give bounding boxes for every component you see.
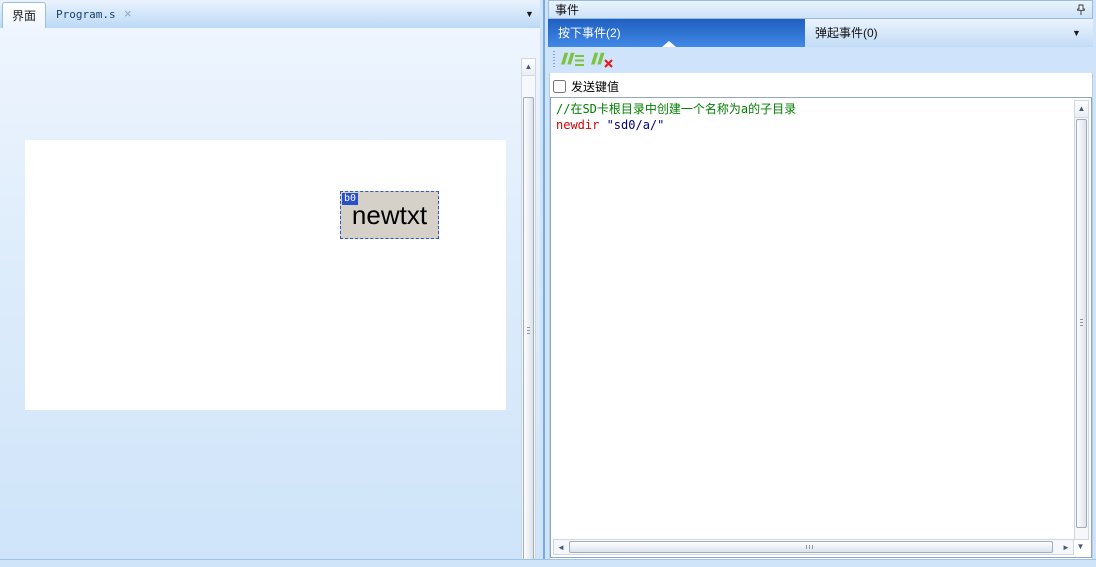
code-lines: //在SD卡根目录中创建一个名称为a的子目录 newdir "sd0/a/" bbox=[556, 101, 796, 133]
scroll-up-icon[interactable]: ▲ bbox=[522, 59, 535, 76]
editor-vertical-scrollbar[interactable]: ▲ bbox=[1074, 100, 1089, 540]
scrollbar-grip bbox=[806, 545, 815, 549]
left-tab-bar: 界面 Program.s × ▼ bbox=[0, 0, 540, 28]
code-keyword: newdir bbox=[556, 118, 600, 132]
tab-release-event-label: 弹起事件(0) bbox=[815, 26, 878, 40]
scroll-up-icon[interactable]: ▲ bbox=[1075, 101, 1088, 118]
design-page[interactable]: b0 newtxt bbox=[25, 140, 506, 410]
scrollbar-grip bbox=[527, 327, 530, 336]
tab-program-s[interactable]: Program.s bbox=[56, 8, 116, 21]
code-comment-line: //在SD卡根目录中创建一个名称为a的子目录 bbox=[556, 102, 797, 116]
editor-horizontal-scrollbar[interactable]: ◄ ► bbox=[553, 539, 1074, 555]
vertical-scrollbar-thumb[interactable] bbox=[1076, 119, 1087, 528]
send-key-checkbox[interactable] bbox=[553, 79, 566, 93]
pin-icon[interactable] bbox=[1076, 4, 1086, 16]
tab-press-event-label: 按下事件(2) bbox=[558, 26, 621, 40]
events-panel-header: 事件 bbox=[548, 0, 1093, 19]
design-canvas[interactable]: b0 newtxt ▲ ▼ ◄ ► bbox=[0, 28, 540, 567]
events-panel-title: 事件 bbox=[555, 3, 580, 17]
window-bottom-strip bbox=[0, 559, 1096, 567]
scroll-right-icon[interactable]: ► bbox=[1059, 540, 1073, 554]
code-string: "sd0/a/" bbox=[599, 118, 665, 132]
tab-list-caret-icon[interactable]: ▼ bbox=[525, 9, 534, 19]
canvas-button-widget[interactable]: b0 newtxt bbox=[340, 191, 439, 239]
event-code-editor[interactable]: //在SD卡根目录中创建一个名称为a的子目录 newdir "sd0/a/" ▲… bbox=[550, 97, 1092, 558]
event-tabs-caret-icon[interactable]: ▼ bbox=[1072, 28, 1081, 38]
widget-id-badge: b0 bbox=[342, 193, 359, 205]
tab-press-event[interactable]: 按下事件(2) bbox=[548, 19, 805, 47]
scroll-down-icon[interactable]: ▼ bbox=[1073, 539, 1088, 554]
horizontal-scrollbar-thumb[interactable] bbox=[569, 541, 1053, 553]
comment-lines-icon[interactable] bbox=[560, 51, 586, 69]
event-toolbar bbox=[548, 47, 1093, 73]
canvas-vertical-scrollbar[interactable]: ▲ bbox=[521, 58, 536, 567]
widget-button-label: newtxt bbox=[351, 199, 428, 230]
comment-delete-icon[interactable] bbox=[590, 51, 616, 69]
close-tab-icon[interactable]: × bbox=[124, 7, 132, 20]
tab-release-event[interactable]: 弹起事件(0) bbox=[805, 19, 1093, 47]
send-key-checkbox-label: 发送键值 bbox=[571, 79, 620, 94]
scroll-left-icon[interactable]: ◄ bbox=[554, 540, 568, 554]
toolbar-drag-grip[interactable] bbox=[553, 51, 555, 69]
panel-splitter[interactable] bbox=[540, 0, 548, 567]
tab-interface[interactable]: 界面 bbox=[2, 2, 46, 28]
scrollbar-grip bbox=[1080, 318, 1083, 328]
app-window: 界面 Program.s × ▼ b0 newtxt ▲ ▼ ◄ ► bbox=[0, 0, 1096, 567]
send-key-checkbox-row: 发送键值 bbox=[553, 77, 619, 95]
vertical-scrollbar-thumb[interactable] bbox=[523, 97, 534, 567]
